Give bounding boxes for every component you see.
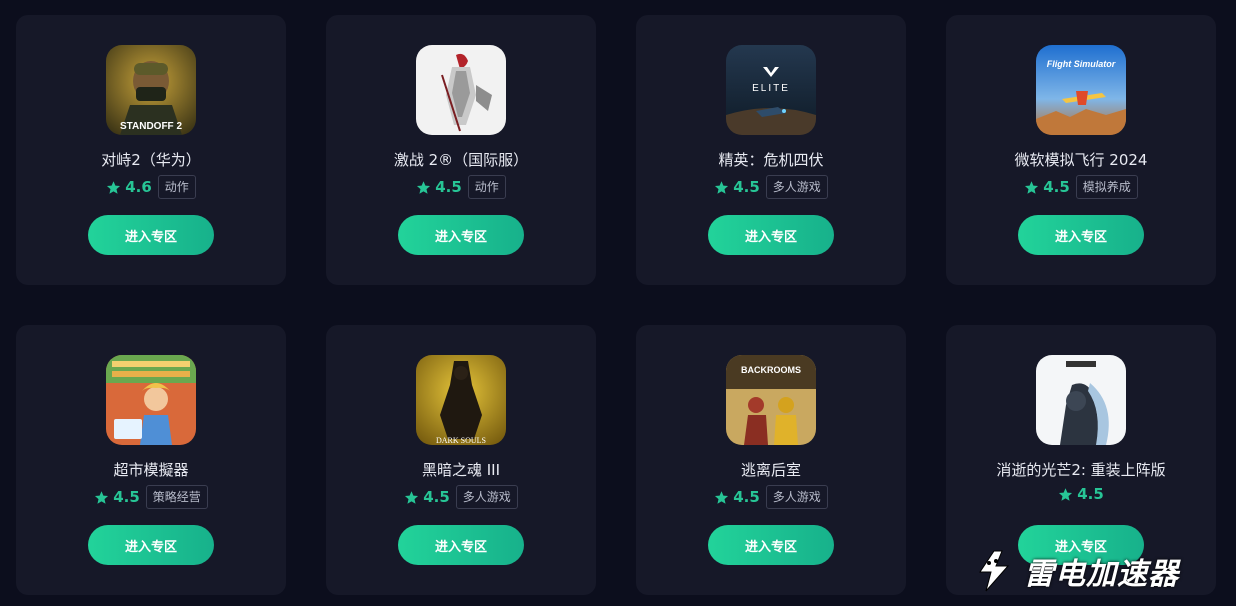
game-meta: 4.5 动作: [326, 175, 596, 199]
rating-score: 4.5: [1043, 178, 1070, 196]
dark-souls-3-icon[interactable]: DARK SOULS: [416, 355, 506, 445]
star-icon: [715, 180, 729, 194]
genre-tag: 策略经营: [145, 485, 208, 509]
game-card[interactable]: 激战 2®（国际服） 4.5 动作 进入专区: [326, 15, 596, 285]
guild-wars-2-icon[interactable]: [416, 45, 506, 135]
game-card[interactable]: Flight Simulator 微软模拟飞行 2024 4.5 模拟养成 进入…: [946, 15, 1216, 285]
enter-zone-button[interactable]: 进入专区: [1018, 215, 1144, 255]
dying-light-2-icon[interactable]: [1036, 355, 1126, 445]
rating: 4.5: [1058, 485, 1104, 503]
game-title: 逃离后室: [740, 461, 801, 479]
game-title: 精英：危机四伏: [718, 151, 824, 169]
genre-tag: 多人游戏: [455, 485, 518, 509]
icon-art-text: BACKROOMS: [741, 365, 801, 375]
game-title: 黑暗之魂 III: [421, 461, 501, 479]
star-icon: [405, 490, 419, 504]
game-title: 消逝的光芒2: 重装上阵版: [996, 461, 1166, 479]
game-meta: 4.5 模拟养成: [946, 175, 1216, 199]
rating: 4.5: [714, 178, 760, 196]
icon-art-text: DARK SOULS: [436, 436, 486, 445]
icon-art-text: STANDOFF 2: [120, 121, 182, 132]
game-title: 激战 2®（国际服）: [393, 151, 529, 169]
star-icon: [107, 180, 121, 194]
game-card[interactable]: ELITE 精英：危机四伏 4.5 多人游戏 进入专区: [636, 15, 906, 285]
game-card[interactable]: STANDOFF 2 对峙2（华为） 4.6 动作 进入专区: [16, 15, 286, 285]
game-card[interactable]: DARK SOULS 黑暗之魂 III 4.5 多人游戏 进入专区: [326, 325, 596, 595]
genre-tag: 动作: [467, 175, 506, 199]
genre-tag: 多人游戏: [765, 175, 828, 199]
flight-simulator-icon[interactable]: Flight Simulator: [1036, 45, 1126, 135]
escape-the-backrooms-icon[interactable]: BACKROOMS: [726, 355, 816, 445]
star-icon: [1059, 487, 1073, 501]
game-title: 微软模拟飞行 2024: [1014, 151, 1148, 169]
rating: 4.5: [714, 488, 760, 506]
game-card[interactable]: BACKROOMS 逃离后室 4.5 多人游戏 进入专区: [636, 325, 906, 595]
game-meta: 4.5: [946, 485, 1216, 503]
star-icon: [417, 180, 431, 194]
game-meta: 4.5 多人游戏: [326, 485, 596, 509]
rating: 4.5: [416, 178, 462, 196]
rating: 4.5: [94, 488, 140, 506]
game-grid: STANDOFF 2 对峙2（华为） 4.6 动作 进入专区 激战 2®（国际服…: [0, 0, 1236, 606]
enter-zone-button[interactable]: 进入专区: [88, 215, 214, 255]
brand-name: 雷电加速器: [1024, 557, 1179, 592]
star-icon: [95, 490, 109, 504]
rating-score: 4.6: [125, 178, 152, 196]
enter-zone-button[interactable]: 进入专区: [398, 525, 524, 565]
rating: 4.5: [1024, 178, 1070, 196]
rating-score: 4.5: [733, 488, 760, 506]
rating: 4.5: [404, 488, 450, 506]
rating: 4.6: [106, 178, 152, 196]
lightning-logo-icon: [979, 550, 1010, 592]
genre-tag: 模拟养成: [1075, 175, 1138, 199]
game-meta: 4.6 动作: [16, 175, 286, 199]
rating-score: 4.5: [113, 488, 140, 506]
genre-tag: 多人游戏: [765, 485, 828, 509]
game-title: 对峙2（华为）: [101, 151, 201, 169]
game-meta: 4.5 多人游戏: [636, 485, 906, 509]
rating-score: 4.5: [733, 178, 760, 196]
star-icon: [1025, 180, 1039, 194]
star-icon: [715, 490, 729, 504]
icon-art-text: Flight Simulator: [1047, 59, 1116, 69]
elite-dangerous-icon[interactable]: ELITE: [726, 45, 816, 135]
game-title: 超市模擬器: [113, 461, 189, 479]
rating-score: 4.5: [1077, 485, 1104, 503]
enter-zone-button[interactable]: 进入专区: [398, 215, 524, 255]
enter-zone-button[interactable]: 进入专区: [708, 215, 834, 255]
rating-score: 4.5: [435, 178, 462, 196]
game-meta: 4.5 策略经营: [16, 485, 286, 509]
brand-watermark: 雷电加速器: [972, 548, 1179, 594]
enter-zone-button[interactable]: 进入专区: [88, 525, 214, 565]
standoff-2-icon[interactable]: STANDOFF 2: [106, 45, 196, 135]
game-card[interactable]: 超市模擬器 4.5 策略经营 进入专区: [16, 325, 286, 595]
supermarket-simulator-icon[interactable]: [106, 355, 196, 445]
game-meta: 4.5 多人游戏: [636, 175, 906, 199]
icon-art-text: ELITE: [752, 83, 790, 94]
rating-score: 4.5: [423, 488, 450, 506]
genre-tag: 动作: [157, 175, 196, 199]
enter-zone-button[interactable]: 进入专区: [708, 525, 834, 565]
